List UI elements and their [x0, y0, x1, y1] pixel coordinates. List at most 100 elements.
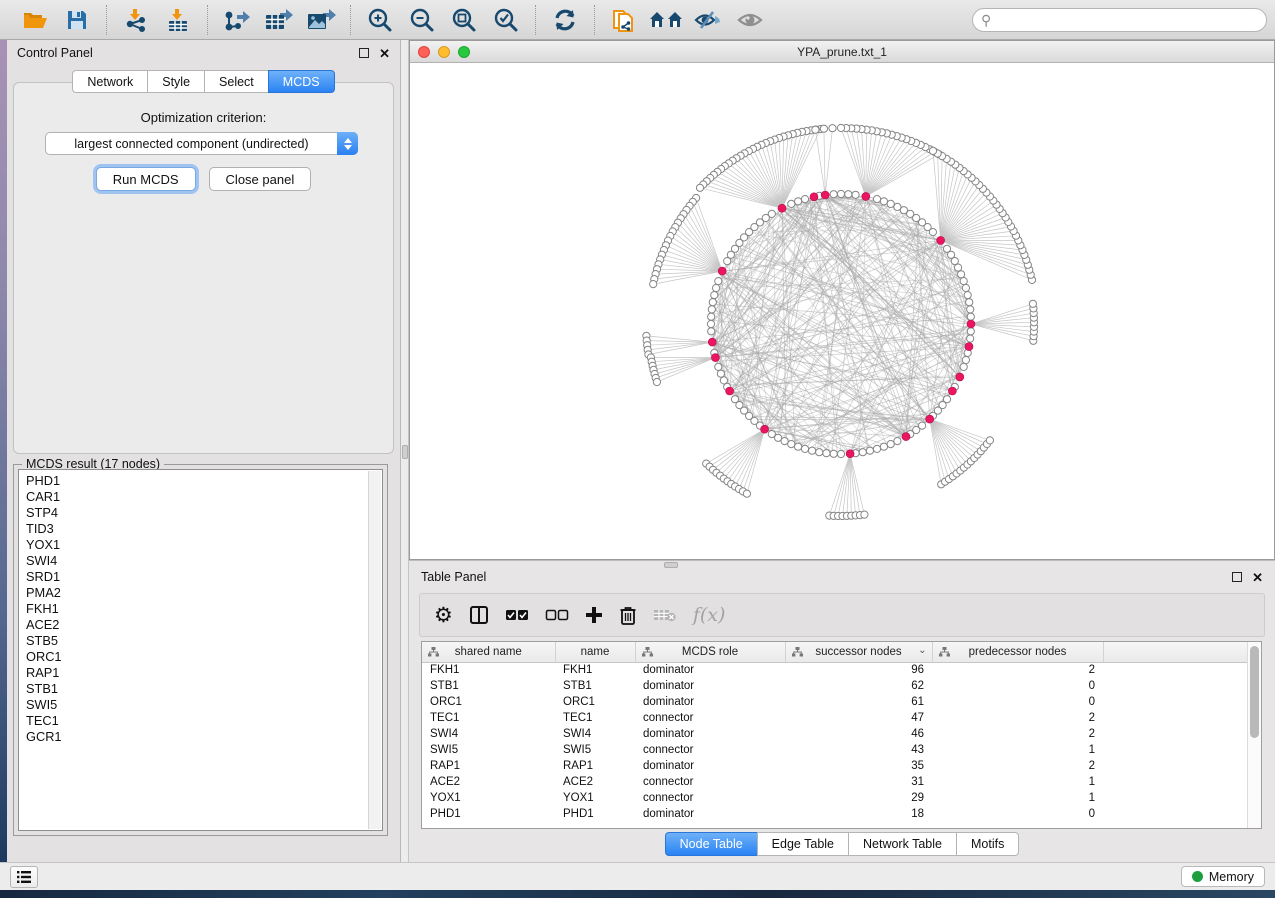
mcds-result-item[interactable]: SWI5 — [26, 697, 382, 713]
show-all-columns-button[interactable] — [505, 598, 529, 632]
tab-network[interactable]: Network — [72, 70, 147, 93]
export-network-button[interactable] — [218, 4, 256, 36]
column-header-predecessor-nodes[interactable]: predecessor nodes — [932, 642, 1103, 662]
table-row[interactable]: ORC1ORC1dominator610 — [422, 694, 1250, 710]
export-image-button[interactable] — [302, 4, 340, 36]
memory-button[interactable]: Memory — [1181, 866, 1265, 887]
optimization-criterion-value: largest connected component (undirected) — [46, 137, 337, 151]
zoom-fit-button[interactable] — [445, 4, 483, 36]
table-row[interactable]: FKH1FKH1dominator962 — [422, 662, 1250, 678]
zoom-in-button[interactable] — [361, 4, 399, 36]
close-table-panel-icon[interactable]: ✕ — [1252, 571, 1263, 584]
hide-graphics-details-button[interactable] — [689, 4, 727, 36]
save-floppy-icon — [66, 9, 88, 31]
mcds-result-groupbox: MCDS result (17 nodes) PHD1CAR1STP4TID3Y… — [13, 464, 388, 836]
mcds-result-scrollbar[interactable] — [368, 471, 381, 829]
open-file-button[interactable] — [16, 4, 54, 36]
table-header-row: shared namenameMCDS rolesuccessor nodes⌄… — [422, 642, 1250, 662]
column-header-shared-name[interactable]: shared name — [422, 642, 555, 662]
export-table-button[interactable] — [260, 4, 298, 36]
table-scrollbar-thumb[interactable] — [1250, 646, 1259, 738]
mcds-result-item[interactable]: PHD1 — [26, 473, 382, 489]
network-window-titlebar: YPA_prune.txt_1 — [410, 41, 1274, 63]
mcds-result-item[interactable]: STP4 — [26, 505, 382, 521]
toolbar-separator — [350, 5, 351, 35]
mcds-result-item[interactable]: CAR1 — [26, 489, 382, 505]
float-table-panel-icon[interactable] — [1232, 572, 1242, 582]
tab-mcds[interactable]: MCDS — [268, 70, 335, 93]
save-session-button[interactable] — [58, 4, 96, 36]
create-column-button[interactable] — [585, 598, 603, 632]
mcds-result-item[interactable]: ORC1 — [26, 649, 382, 665]
delete-table-button[interactable] — [653, 598, 677, 632]
window-close-button[interactable] — [418, 46, 430, 58]
mcds-result-item[interactable]: STB5 — [26, 633, 382, 649]
zoom-out-button[interactable] — [403, 4, 441, 36]
delete-column-button[interactable] — [619, 598, 637, 632]
table-row[interactable]: PHD1PHD1dominator180 — [422, 806, 1250, 822]
column-type-icon — [792, 647, 803, 657]
mcds-result-item[interactable]: STB1 — [26, 681, 382, 697]
show-graphics-details-button[interactable] — [731, 4, 769, 36]
toolbar-separator — [207, 5, 208, 35]
toolbar-separator — [594, 5, 595, 35]
mcds-result-item[interactable]: YOX1 — [26, 537, 382, 553]
export-image-icon — [306, 7, 336, 33]
table-row[interactable]: YOX1YOX1connector291 — [422, 790, 1250, 806]
split-view-button[interactable] — [469, 598, 489, 632]
mcds-result-item[interactable]: SRD1 — [26, 569, 382, 585]
split-view-icon — [469, 605, 489, 625]
search-input[interactable] — [996, 13, 1258, 27]
hide-all-columns-button[interactable] — [545, 598, 569, 632]
mcds-result-item[interactable]: TEC1 — [26, 713, 382, 729]
table-row[interactable]: STB1STB1dominator620 — [422, 678, 1250, 694]
import-network-button[interactable] — [117, 4, 155, 36]
network-graph — [410, 63, 1274, 559]
float-panel-icon[interactable] — [359, 48, 369, 58]
tab-network-table[interactable]: Network Table — [848, 832, 956, 856]
mcds-result-item[interactable]: RAP1 — [26, 665, 382, 681]
column-header-name[interactable]: name — [555, 642, 635, 662]
tab-edge-table[interactable]: Edge Table — [757, 832, 848, 856]
window-minimize-button[interactable] — [438, 46, 450, 58]
table-settings-button[interactable]: ⚙ — [434, 598, 453, 632]
mcds-result-item[interactable]: GCR1 — [26, 729, 382, 745]
optimization-criterion-select[interactable]: largest connected component (undirected) — [45, 132, 358, 155]
mcds-result-item[interactable]: PMA2 — [26, 585, 382, 601]
table-panel-title: Table Panel — [421, 570, 486, 584]
vertical-splitter[interactable] — [401, 40, 409, 862]
network-browse-button[interactable] — [647, 4, 685, 36]
clone-network-button[interactable] — [605, 4, 643, 36]
close-panel-button[interactable]: Close panel — [209, 167, 312, 191]
zoom-selected-button[interactable] — [487, 4, 525, 36]
table-row[interactable]: SWI4SWI4dominator462 — [422, 726, 1250, 742]
refresh-button[interactable] — [546, 4, 584, 36]
mcds-result-item[interactable]: FKH1 — [26, 601, 382, 617]
window-zoom-button[interactable] — [458, 46, 470, 58]
mcds-result-item[interactable]: SWI4 — [26, 553, 382, 569]
run-mcds-button[interactable]: Run MCDS — [96, 167, 196, 191]
column-header-successor-nodes[interactable]: successor nodes⌄ — [785, 642, 932, 662]
control-panel: Control Panel ✕ NetworkStyleSelectMCDS O… — [7, 40, 401, 862]
table-row[interactable]: SWI5SWI5connector431 — [422, 742, 1250, 758]
table-scrollbar[interactable] — [1247, 642, 1261, 828]
table-row[interactable]: ACE2ACE2connector311 — [422, 774, 1250, 790]
mcds-result-item[interactable]: ACE2 — [26, 617, 382, 633]
task-history-button[interactable] — [10, 866, 38, 888]
mcds-result-item[interactable]: TID3 — [26, 521, 382, 537]
splitter-handle[interactable] — [402, 445, 408, 459]
tab-node-table[interactable]: Node Table — [665, 832, 757, 856]
tab-motifs[interactable]: Motifs — [956, 832, 1019, 856]
column-header-MCDS-role[interactable]: MCDS role — [635, 642, 785, 662]
function-builder-button[interactable]: f(x) — [693, 598, 726, 632]
tab-select[interactable]: Select — [204, 70, 268, 93]
close-panel-icon[interactable]: ✕ — [379, 47, 390, 60]
memory-label: Memory — [1209, 870, 1254, 884]
table-row[interactable]: RAP1RAP1dominator352 — [422, 758, 1250, 774]
column-type-icon — [642, 647, 653, 657]
tab-style[interactable]: Style — [147, 70, 204, 93]
zoom-selected-icon — [493, 7, 519, 33]
table-row[interactable]: TEC1TEC1connector472 — [422, 710, 1250, 726]
network-canvas[interactable] — [410, 63, 1274, 559]
import-table-button[interactable] — [159, 4, 197, 36]
